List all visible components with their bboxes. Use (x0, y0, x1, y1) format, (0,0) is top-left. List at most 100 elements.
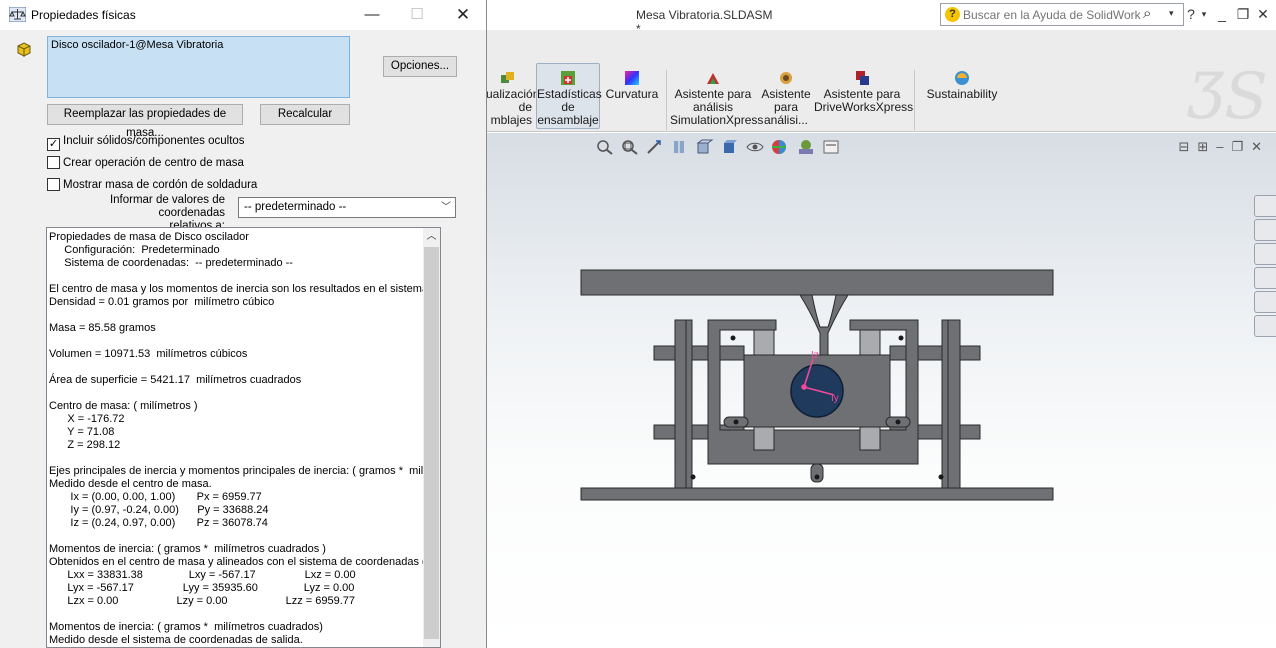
results-line (49, 530, 425, 543)
iz-axis-label: Iz (811, 350, 819, 361)
results-line: Centro de masa: ( milímetros ) (49, 400, 198, 412)
component-icon (17, 42, 31, 57)
ribbon-separator (666, 70, 667, 130)
results-text: Propiedades de masa de Disco oscilador C… (49, 231, 425, 647)
results-line: Y = 71.08 (49, 426, 115, 438)
results-line: Densidad = 0.01 gramos por milímetro cúb… (49, 296, 275, 308)
scale-icon (9, 7, 26, 22)
scroll-up-icon[interactable]: ︿ (423, 228, 440, 245)
chevron-down-icon[interactable]: ▾ (1199, 4, 1209, 24)
ribbon-driveworksxpress[interactable]: Asistente para DriveWorksXpress (814, 70, 913, 114)
results-line (49, 335, 425, 348)
ribbon-analysis-wizard[interactable]: Asistente para análisi... (758, 70, 814, 127)
help-question-icon: ? (945, 7, 960, 22)
results-line: Ejes principales de inercia y momentos p… (49, 465, 425, 477)
recalculate-button[interactable]: Recalcular (260, 104, 350, 125)
selected-item[interactable]: Disco oscilador-1@Mesa Vibratoria (51, 39, 346, 51)
results-line: Iy = (0.97, -0.24, 0.00) Py = 33688.24 (49, 504, 269, 516)
results-line: Lzx = 0.00 Lzy = 0.00 Lzz = 6959.77 (49, 595, 356, 607)
create-center-of-mass-checkbox[interactable] (47, 156, 60, 169)
selected-items-list[interactable]: Disco oscilador-1@Mesa Vibratoria (47, 36, 350, 98)
post-right-outer (947, 319, 961, 489)
help-search-input[interactable] (963, 6, 1141, 23)
ds-logo: ƷS (1188, 60, 1268, 134)
app-titlebar: Mesa Vibratoria.SLDASM * ? ⌕ ▾ ? ▾ _ ❐ ✕ (486, 0, 1276, 36)
post-right-inner (941, 319, 949, 489)
results-line: Masa = 85.58 gramos (49, 322, 156, 334)
top-hanger (799, 294, 849, 359)
results-line: Medido desde el centro de masa. (49, 478, 212, 490)
results-line: Configuración: Predeterminado (49, 244, 220, 256)
ribbon-curvature[interactable]: Curvatura (604, 70, 660, 101)
base-plate (580, 487, 1054, 501)
graphics-area[interactable]: ⊟⊞–❐✕ Iz Iy (486, 133, 1276, 648)
coordinate-system-select[interactable]: -- predeterminado -- ﹀ (238, 197, 456, 218)
tab-appearances[interactable] (1254, 291, 1276, 313)
results-line: Obtenidos en el centro de masa y alinead… (49, 556, 425, 568)
results-scrollbar[interactable]: ︿ (423, 228, 440, 647)
analysis-wizard-icon (780, 72, 792, 84)
close-icon[interactable]: ✕ (1254, 4, 1272, 24)
results-line: Sistema de coordenadas: -- predeterminad… (49, 257, 293, 269)
results-line (49, 608, 425, 621)
tab-design-library[interactable] (1254, 219, 1276, 241)
scroll-thumb[interactable] (424, 247, 439, 639)
ribbon-sustainability[interactable]: Sustainability (926, 70, 998, 101)
rail-left-top (653, 345, 745, 361)
restore-icon[interactable]: ❐ (1234, 4, 1252, 24)
results-line (49, 387, 425, 400)
results-line: Z = 298.12 (49, 439, 121, 451)
tab-file-explorer[interactable] (1254, 243, 1276, 265)
tab-solidworks-resources[interactable] (1254, 195, 1276, 217)
help-search-box[interactable]: ? ⌕ ▾ (940, 3, 1184, 26)
options-button[interactable]: Opciones... (383, 56, 457, 77)
post-left-outer (674, 319, 688, 489)
results-line: Área de superficie = 5421.17 milímetros … (49, 374, 302, 386)
results-line: Momentos de inercia: ( gramos * milímetr… (49, 621, 323, 633)
mass-properties-dialog: Propiedades físicas — ☐ ✕ Disco oscilado… (0, 0, 487, 648)
results-line: X = -176.72 (49, 413, 125, 425)
results-line (49, 270, 425, 283)
iy-axis-label: Iy (831, 393, 839, 404)
assembly-model: Iz Iy (580, 269, 1054, 501)
post-left-inner (685, 319, 693, 489)
ribbon-assembly-visualization[interactable]: ualización de mblajes (486, 70, 539, 127)
dialog-titlebar: Propiedades físicas — ☐ ✕ (0, 0, 486, 30)
driveworksxpress-icon (856, 71, 869, 85)
override-mass-properties-button[interactable]: Reemplazar las propiedades de masa... (47, 104, 243, 139)
ribbon-toolbar: ualización de mblajes Estadísticas de en… (486, 60, 1276, 134)
results-line: Medido desde el sistema de coordenadas d… (49, 634, 303, 646)
ribbon-separator (914, 70, 915, 130)
curvature-icon (625, 71, 639, 85)
close-icon[interactable]: ✕ (449, 4, 477, 26)
tab-custom-properties[interactable] (1254, 315, 1276, 337)
chevron-down-icon[interactable]: ▾ (1169, 8, 1174, 19)
tab-view-palette[interactable] (1254, 267, 1276, 289)
ribbon-simulationxpress[interactable]: Asistente para análisis SimulationXpress (670, 70, 763, 127)
mass-properties-results[interactable]: Propiedades de masa de Disco oscilador C… (46, 227, 441, 648)
results-line (49, 309, 425, 322)
results-line: Volumen = 10971.53 milímetros cúbicos (49, 348, 248, 360)
show-weld-bead-mass-checkbox-row[interactable]: Mostrar masa de cordón de soldadura (47, 178, 257, 194)
search-icon[interactable]: ⌕ (1143, 5, 1151, 22)
include-hidden-checkbox-row[interactable]: ✓ Incluir sólidos/componentes ocultos (47, 134, 245, 151)
results-line: Ix = (0.00, 0.00, 1.00) Px = 6959.77 (49, 491, 262, 503)
results-line: Momentos de inercia: ( gramos * milímetr… (49, 543, 326, 555)
include-hidden-checkbox[interactable]: ✓ (47, 138, 60, 151)
help-icon[interactable]: ? (1182, 4, 1200, 24)
results-line: Iz = (0.24, 0.97, 0.00) Pz = 36078.74 (49, 517, 268, 529)
assembly-visualization-icon (501, 72, 514, 83)
results-line: Propiedades de masa de Disco oscilador (49, 231, 249, 243)
simulationxpress-icon (707, 73, 719, 84)
assembly-statistics-icon (561, 71, 575, 85)
results-line: Lyx = -567.17 Lyy = 35935.60 Lyz = 0.00 (49, 582, 355, 594)
ribbon-assembly-statistics[interactable]: Estadísticas de ensamblaje (536, 63, 602, 129)
minimize-icon[interactable]: — (358, 4, 386, 26)
top-plate (580, 269, 1054, 296)
rail-right-top (889, 345, 981, 361)
create-center-of-mass-checkbox-row[interactable]: Crear operación de centro de masa (47, 156, 244, 172)
show-weld-bead-mass-checkbox[interactable] (47, 178, 60, 191)
task-pane-tabs (1254, 195, 1276, 337)
dialog-title: Propiedades físicas (31, 8, 136, 22)
minimize-icon[interactable]: _ (1214, 4, 1230, 24)
